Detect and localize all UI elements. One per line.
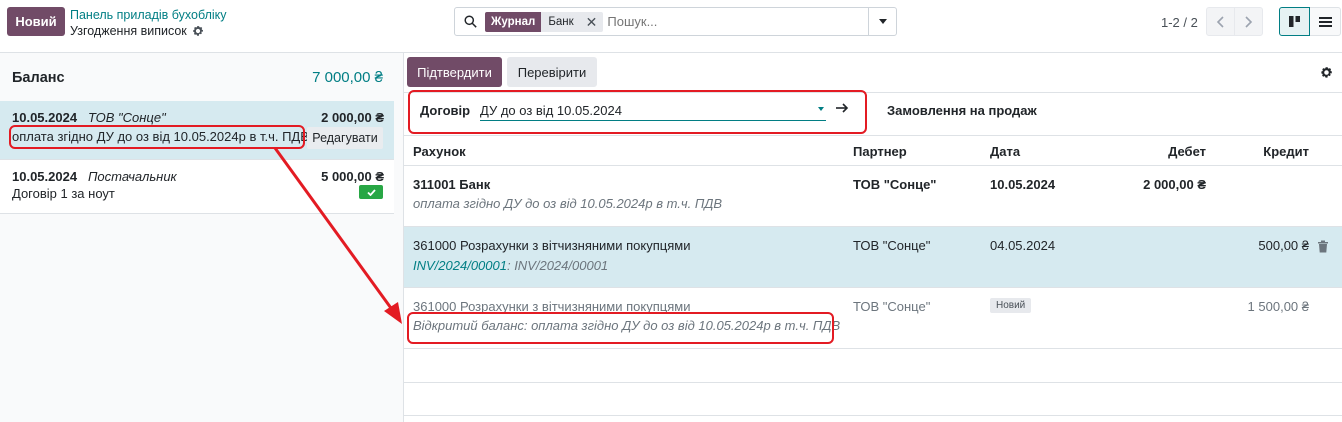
search-icon — [455, 8, 485, 35]
statement-lines-panel: Баланс 7 000,00 ₴ 10.05.2024 ТОВ "Сонце"… — [0, 53, 404, 422]
statement-line-card[interactable]: 10.05.2024 Постачальник 5 000,00 ₴ Догов… — [0, 160, 394, 214]
kanban-view-icon — [1289, 16, 1300, 27]
column-header-account: Рахунок — [413, 144, 466, 159]
new-button[interactable]: Новий — [7, 7, 65, 36]
row-label: оплата згідно ДУ до оз від 10.05.2024р в… — [413, 196, 723, 211]
table-row[interactable]: 361000 Розрахунки з вітчизняними покупця… — [404, 288, 1342, 349]
chevron-left-icon — [1216, 15, 1224, 28]
contract-field-label: Договір — [420, 103, 471, 118]
reconciliation-form: Підтвердити Перевірити Договір ДУ до оз … — [404, 53, 1342, 422]
statement-line-amount: 5 000,00 ₴ — [321, 169, 384, 184]
edit-button[interactable]: Редагувати — [307, 127, 383, 149]
divider — [404, 92, 1342, 93]
list-view-icon — [1318, 16, 1332, 27]
table-header: Рахунок Партнер Дата Дебет Кредит — [404, 135, 1342, 166]
row-label: INV/2024/00001: INV/2024/00001 — [413, 258, 608, 273]
statement-line-amount: 2 000,00 ₴ — [321, 110, 384, 125]
close-icon[interactable]: ✕ — [586, 15, 598, 29]
statement-line-card[interactable]: 10.05.2024 ТОВ "Сонце" 2 000,00 ₴ оплата… — [0, 101, 394, 160]
list-view-button[interactable] — [1310, 7, 1341, 36]
check-button[interactable]: Перевірити — [507, 57, 597, 87]
facet-value-text: Банк — [548, 15, 574, 28]
breadcrumb-current: Узгодження виписок — [70, 24, 204, 38]
invoice-link[interactable]: INV/2024/00001 — [413, 258, 507, 273]
statement-line-date: 10.05.2024 — [12, 110, 78, 125]
balance-label: Баланс — [12, 70, 65, 86]
reconciled-badge — [359, 185, 383, 199]
table-row[interactable]: 361000 Розрахунки з вітчизняними покупця… — [404, 227, 1342, 288]
caret-down-icon[interactable] — [818, 107, 824, 111]
statement-line-label: Договір 1 за ноут — [12, 186, 115, 201]
search-options-toggle[interactable] — [868, 8, 896, 35]
pager-next-button[interactable] — [1234, 7, 1263, 36]
table-row[interactable]: 311001 Банк оплата згідно ДУ до оз від 1… — [404, 166, 1342, 227]
pager-previous-button[interactable] — [1206, 7, 1235, 36]
row-debit: 2 000,00 ₴ — [1143, 177, 1206, 192]
row-account: 311001 Банк — [413, 177, 491, 192]
check-icon — [366, 188, 376, 196]
row-credit: 1 500,00 ₴ — [1247, 299, 1309, 314]
facet-label: Журнал — [485, 11, 542, 32]
chevron-right-icon — [1245, 15, 1253, 28]
statement-line-partner: ТОВ "Сонце" — [88, 110, 166, 125]
trash-icon[interactable] — [1317, 240, 1329, 253]
empty-row — [404, 349, 1342, 383]
contract-field[interactable]: ДУ до оз від 10.05.2024 — [480, 101, 826, 121]
row-partner: ТОВ "Сонце" — [853, 299, 931, 314]
column-header-credit: Кредит — [1263, 144, 1309, 159]
pager-value[interactable]: 1-2 / 2 — [1161, 15, 1198, 30]
row-label: Відкритий баланс: оплата згідно ДУ до оз… — [413, 318, 841, 333]
column-header-debit: Дебет — [1168, 144, 1206, 159]
status-badge: Новий — [990, 298, 1032, 313]
arrow-right-icon[interactable] — [834, 100, 850, 116]
column-header-date: Дата — [990, 144, 1021, 159]
statement-line-date: 10.05.2024 — [12, 169, 78, 184]
row-date: 10.05.2024 — [990, 177, 1056, 192]
balance-amount: 7 000,00 ₴ — [312, 69, 383, 86]
row-date: 04.05.2024 — [990, 238, 1056, 253]
search-input[interactable] — [607, 11, 868, 32]
caret-down-icon — [878, 19, 887, 24]
sale-order-field-label: Замовлення на продаж — [887, 103, 1037, 118]
column-header-partner: Партнер — [853, 144, 907, 159]
row-partner: ТОВ "Сонце" — [853, 177, 937, 192]
row-account: 361000 Розрахунки з вітчизняними покупця… — [413, 238, 691, 253]
row-account: 361000 Розрахунки з вітчизняними покупця… — [413, 299, 691, 314]
statement-line-label: оплата згідно ДУ до оз від 10.05.2024р в… — [12, 129, 309, 144]
empty-row — [404, 383, 1342, 416]
search-facet-journal: Журнал Банк ✕ — [485, 11, 604, 32]
kanban-view-button[interactable] — [1279, 7, 1310, 36]
control-panel: Новий Панель приладів бухобліку Узгоджен… — [0, 0, 1342, 53]
gear-icon[interactable] — [1320, 66, 1333, 79]
breadcrumb-current-label: Узгодження виписок — [70, 24, 187, 38]
gear-icon[interactable] — [192, 25, 204, 37]
row-partner: ТОВ "Сонце" — [853, 238, 931, 253]
contract-field-value[interactable]: ДУ до оз від 10.05.2024 — [480, 103, 622, 118]
validate-button[interactable]: Підтвердити — [407, 57, 502, 87]
facet-value: Банк ✕ — [541, 11, 604, 32]
row-label-rest: : INV/2024/00001 — [506, 258, 609, 273]
breadcrumb-parent-link[interactable]: Панель приладів бухобліку — [70, 8, 227, 22]
search-bar[interactable]: Журнал Банк ✕ — [454, 7, 897, 36]
statement-line-partner: Постачальник — [88, 169, 177, 184]
row-credit: 500,00 ₴ — [1258, 238, 1309, 253]
